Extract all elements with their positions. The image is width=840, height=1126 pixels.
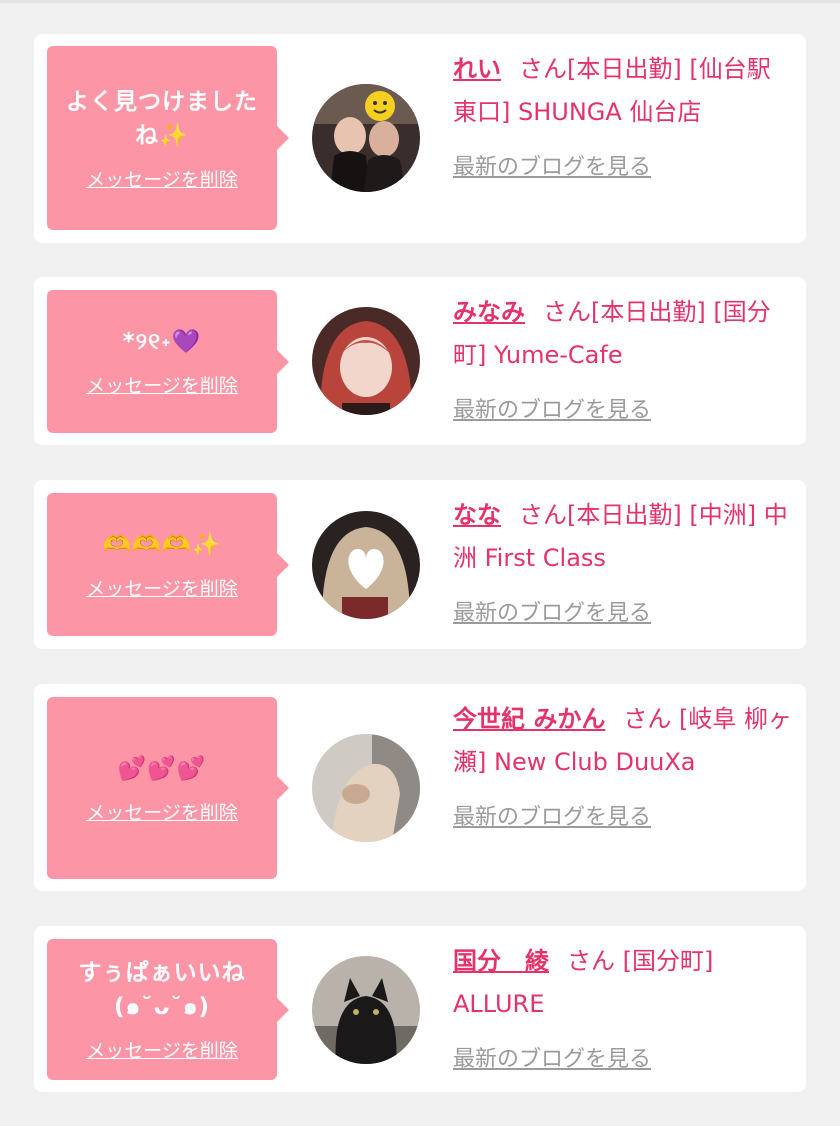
cast-details: れい さん[本日出勤] [仙台駅東口] SHUNGA 仙台店 bbox=[453, 48, 793, 134]
delete-message-link[interactable]: メッセージを削除 bbox=[86, 574, 238, 601]
cast-info: みなみ さん[本日出勤] [国分町] Yume-Cafe 最新のブログを見る bbox=[453, 291, 793, 432]
message-bubble: *୨୧˖💜 メッセージを削除 bbox=[47, 290, 289, 433]
cast-details: みなみ さん[本日出勤] [国分町] Yume-Cafe bbox=[453, 291, 793, 377]
honorific: さん bbox=[623, 705, 672, 733]
top-divider bbox=[0, 0, 840, 3]
honorific: さん bbox=[567, 947, 615, 975]
message-bubble: よく見つけましたね✨ メッセージを削除 bbox=[47, 46, 289, 230]
cast-info: なな さん[本日出勤] [中洲] 中洲 First Class 最新のブログを見る bbox=[453, 494, 793, 635]
status-label: [本日出勤] bbox=[591, 298, 706, 326]
avatar-photo bbox=[312, 511, 420, 619]
avatar-photo bbox=[312, 734, 420, 842]
honorific: さん bbox=[519, 501, 567, 529]
cast-details: 今世紀 みかん さん [岐阜 柳ヶ瀬] New Club DuuXa bbox=[453, 698, 793, 784]
cast-details: 国分 綾さん [国分町] ALLURE bbox=[453, 940, 793, 1026]
cast-details: なな さん[本日出勤] [中洲] 中洲 First Class bbox=[453, 494, 793, 580]
avatar[interactable] bbox=[312, 84, 420, 192]
message-text: *୨୧˖💜 bbox=[122, 329, 202, 355]
message-card: よく見つけましたね✨ メッセージを削除 れい さん[本日出勤] [仙台駅東口] S… bbox=[34, 34, 806, 243]
cast-info: 今世紀 みかん さん [岐阜 柳ヶ瀬] New Club DuuXa 最新のブログ… bbox=[453, 698, 793, 839]
cast-name-link[interactable]: れい bbox=[453, 55, 501, 83]
avatar-photo bbox=[312, 956, 420, 1064]
avatar[interactable] bbox=[312, 956, 420, 1064]
latest-blog-link[interactable]: 最新のブログを見る bbox=[453, 146, 793, 189]
message-card: すぅぱぁいいね(๑˘ᴗ˘๑) メッセージを削除 国分 綾さん [国分町] ALL… bbox=[34, 926, 806, 1092]
status-label: [本日出勤] bbox=[567, 501, 682, 529]
status-label: [本日出勤] bbox=[567, 55, 682, 83]
cast-name-link[interactable]: なな bbox=[453, 501, 501, 529]
avatar-photo bbox=[312, 307, 420, 415]
honorific: さん bbox=[519, 55, 567, 83]
message-text: 🫶🫶🫶✨ bbox=[102, 532, 222, 558]
message-bubble: すぅぱぁいいね(๑˘ᴗ˘๑) メッセージを削除 bbox=[47, 939, 289, 1080]
message-text: よく見つけましたね✨ bbox=[66, 88, 258, 149]
delete-message-link[interactable]: メッセージを削除 bbox=[86, 1036, 238, 1063]
avatar[interactable] bbox=[312, 734, 420, 842]
latest-blog-link[interactable]: 最新のブログを見る bbox=[453, 592, 793, 635]
avatar[interactable] bbox=[312, 307, 420, 415]
latest-blog-link[interactable]: 最新のブログを見る bbox=[453, 389, 793, 432]
avatar-photo bbox=[312, 84, 420, 192]
message-card: 🫶🫶🫶✨ メッセージを削除 なな さん[本日出勤] [中洲] 中洲 First C… bbox=[34, 480, 806, 649]
cast-info: 国分 綾さん [国分町] ALLURE 最新のブログを見る bbox=[453, 940, 793, 1081]
latest-blog-link[interactable]: 最新のブログを見る bbox=[453, 796, 793, 839]
message-card: *୨୧˖💜 メッセージを削除 みなみ さん[本日出勤] [国分町] Yume-Ca… bbox=[34, 277, 806, 445]
message-text: 💕💕💕 bbox=[117, 755, 207, 782]
message-bubble: 🫶🫶🫶✨ メッセージを削除 bbox=[47, 493, 289, 636]
avatar[interactable] bbox=[312, 511, 420, 619]
cast-name-link[interactable]: 今世紀 みかん bbox=[453, 705, 605, 733]
delete-message-link[interactable]: メッセージを削除 bbox=[86, 798, 238, 825]
cast-name-link[interactable]: みなみ bbox=[453, 298, 525, 326]
honorific: さん bbox=[543, 298, 591, 326]
cast-info: れい さん[本日出勤] [仙台駅東口] SHUNGA 仙台店 最新のブログを見る bbox=[453, 48, 793, 189]
delete-message-link[interactable]: メッセージを削除 bbox=[86, 371, 238, 398]
delete-message-link[interactable]: メッセージを削除 bbox=[86, 165, 238, 192]
cast-name-link[interactable]: 国分 綾 bbox=[453, 947, 549, 975]
message-card: 💕💕💕 メッセージを削除 今世紀 みかん さん [岐阜 柳ヶ瀬] New Club… bbox=[34, 684, 806, 891]
message-bubble: 💕💕💕 メッセージを削除 bbox=[47, 697, 289, 879]
message-text: すぅぱぁいいね(๑˘ᴗ˘๑) bbox=[78, 960, 246, 1020]
latest-blog-link[interactable]: 最新のブログを見る bbox=[453, 1038, 793, 1081]
